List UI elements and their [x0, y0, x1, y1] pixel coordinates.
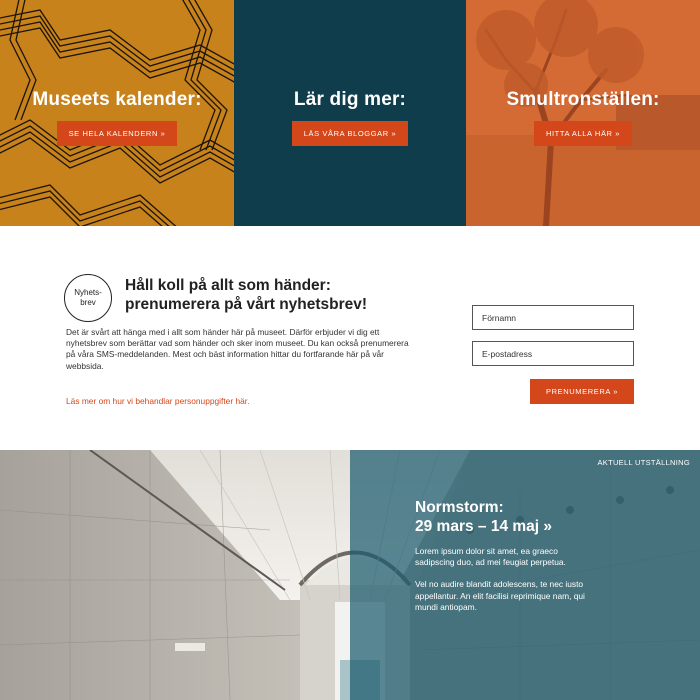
garden-photo-image — [466, 0, 700, 226]
newsletter-title: Håll koll på allt som händer: prenumerer… — [125, 276, 425, 314]
newsletter-title-line2: prenumerera på vårt nyhetsbrev! — [125, 296, 368, 313]
exhibition-title: Normstorm: 29 mars – 14 maj » — [415, 498, 665, 536]
newsletter-badge: Nyhets- brev — [64, 274, 112, 322]
exhibition-paragraph-2: Vel no audire blandit adolescens, te nec… — [415, 579, 585, 612]
newsletter-section: Nyhets- brev Håll koll på allt som hände… — [0, 226, 700, 450]
privacy-link[interactable]: Läs mer om hur vi behandlar personuppgif… — [66, 396, 249, 406]
newsletter-title-line1: Håll koll på allt som händer: — [125, 277, 331, 294]
tile-learn-heading: Lär dig mer: — [293, 89, 407, 110]
see-calendar-button[interactable]: SE HELA KALENDERN » — [56, 121, 178, 146]
tile-calendar: Museets kalender: SE HELA KALENDERN » — [0, 0, 234, 226]
email-field[interactable] — [472, 341, 634, 366]
maze-pattern-image — [0, 0, 234, 226]
newsletter-description: Det är svårt att hänga med i allt som hä… — [66, 327, 409, 371]
newsletter-badge-text: Nyhets- brev — [74, 288, 102, 307]
find-all-button[interactable]: HITTA ALLA HÄR » — [533, 121, 633, 146]
tile-places: Smultronställen: HITTA ALLA HÄR » — [466, 0, 700, 226]
feature-tiles: Museets kalender: SE HELA KALENDERN » Lä… — [0, 0, 700, 226]
exhibition-paragraph-1: Lorem ipsum dolor sit amet, ea graeco sa… — [415, 546, 566, 568]
read-blogs-button[interactable]: LÄS VÅRA BLOGGAR » — [291, 121, 409, 146]
subscribe-button[interactable]: PRENUMERERA » — [530, 379, 634, 404]
tile-places-heading: Smultronställen: — [506, 89, 660, 110]
exhibition-description: Lorem ipsum dolor sit amet, ea graeco sa… — [415, 546, 587, 613]
tile-calendar-heading: Museets kalender: — [32, 89, 202, 110]
exhibition-name: Normstorm: — [415, 499, 504, 516]
exhibition-section: AKTUELL UTSTÄLLNING Normstorm: 29 mars –… — [0, 450, 700, 700]
current-exhibition-label: AKTUELL UTSTÄLLNING — [597, 458, 690, 467]
first-name-field[interactable] — [472, 305, 634, 330]
exhibition-dates-link[interactable]: 29 mars – 14 maj » — [415, 518, 552, 535]
tile-learn: Lär dig mer: LÄS VÅRA BLOGGAR » — [234, 0, 466, 226]
